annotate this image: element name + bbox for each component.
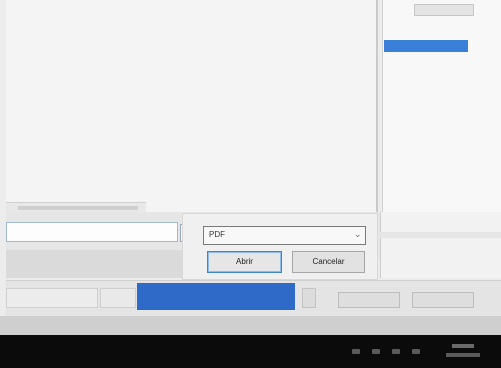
side-panel-selected-item[interactable] xyxy=(384,40,468,52)
progress-bar xyxy=(137,283,295,310)
filename-field[interactable] xyxy=(6,222,178,242)
file-type-select[interactable] xyxy=(203,226,366,245)
window-frame xyxy=(0,316,501,335)
clock-time xyxy=(452,344,474,348)
chevron-down-icon[interactable]: ⌄ xyxy=(354,229,362,240)
bottom-field[interactable] xyxy=(100,288,136,308)
tray-chevron-icon[interactable] xyxy=(352,349,360,354)
file-row[interactable] xyxy=(6,26,146,40)
file-row[interactable] xyxy=(6,6,146,20)
file-list xyxy=(6,6,146,86)
battery-icon[interactable] xyxy=(412,349,420,354)
clock-date xyxy=(446,353,480,357)
side-panel-button[interactable] xyxy=(414,4,474,16)
side-panel-item[interactable] xyxy=(386,28,486,38)
open-button[interactable]: Abrir xyxy=(207,251,282,273)
bottom-button[interactable] xyxy=(338,292,400,308)
scrollbar-thumb[interactable] xyxy=(18,206,138,210)
file-row[interactable] xyxy=(6,64,146,78)
clock[interactable] xyxy=(444,344,484,360)
network-icon[interactable] xyxy=(372,349,380,354)
bottom-button[interactable] xyxy=(412,292,474,308)
right-field[interactable] xyxy=(380,212,501,232)
options-strip xyxy=(6,250,182,278)
bottom-small-button[interactable] xyxy=(302,288,316,308)
right-field[interactable] xyxy=(380,238,501,278)
file-row[interactable] xyxy=(6,46,146,60)
cancel-button[interactable]: Cancelar xyxy=(292,251,365,273)
bottom-field[interactable] xyxy=(6,288,98,308)
taskbar xyxy=(0,335,501,368)
volume-icon[interactable] xyxy=(392,349,400,354)
file-type-value: PDF xyxy=(209,230,225,239)
